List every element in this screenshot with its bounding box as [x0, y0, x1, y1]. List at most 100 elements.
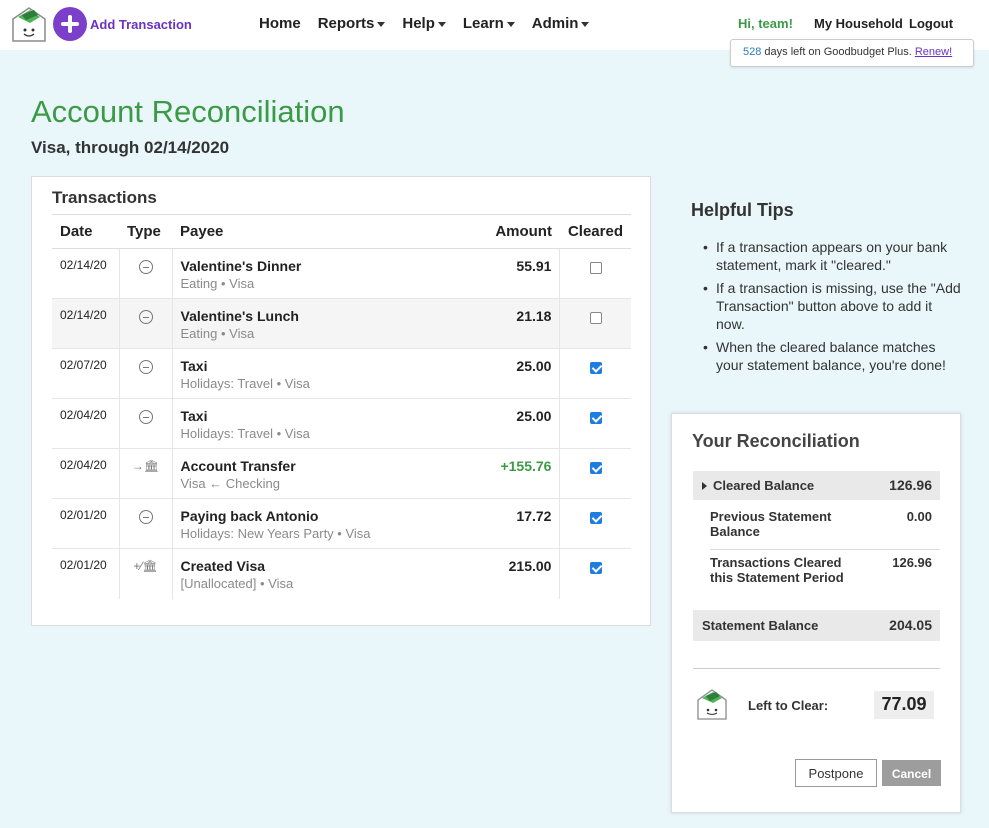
tip-item: If a transaction appears on your bank st…: [703, 238, 963, 274]
txn-payee-cell: Account Transfer Visa ← Checking: [172, 448, 485, 499]
table-row: 02/07/20 Taxi Holidays: Travel • Visa 25.00: [52, 348, 631, 399]
statement-balance-label: Statement Balance: [702, 618, 819, 633]
txn-amount: 25.00: [484, 348, 561, 399]
txn-type: [119, 348, 173, 399]
nav-home[interactable]: Home: [259, 15, 301, 32]
txn-cleared-cell: [559, 448, 631, 499]
txn-date: 02/14/20: [52, 248, 120, 299]
nav-learn[interactable]: Learn: [463, 15, 515, 32]
renew-link[interactable]: Renew!: [915, 46, 952, 58]
reconciliation-title: Your Reconciliation: [692, 431, 860, 451]
nav-admin-label: Admin: [531, 15, 579, 32]
txn-type: →🏛: [119, 448, 173, 499]
txn-payee[interactable]: Paying back Antonio: [181, 508, 485, 524]
postpone-button[interactable]: Postpone: [795, 759, 877, 787]
txn-cleared-cell: [559, 398, 631, 449]
txn-amount: +155.76: [484, 448, 561, 499]
nav-help[interactable]: Help: [402, 15, 446, 32]
transactions-cleared-row: Transactions Cleared this Statement Peri…: [693, 555, 940, 595]
my-household-link[interactable]: My Household: [814, 16, 903, 31]
txn-payee-cell: Valentine's Dinner Eating • Visa: [172, 248, 485, 299]
txn-payee[interactable]: Account Transfer: [181, 458, 485, 474]
caret-down-icon: [377, 21, 386, 27]
txn-payee-cell: Taxi Holidays: Travel • Visa: [172, 398, 485, 449]
minus-icon: [138, 260, 153, 274]
txn-type: [119, 298, 173, 349]
txn-date: 02/04/20: [52, 398, 120, 449]
page-title: Account Reconciliation: [31, 94, 345, 129]
txn-type: [119, 248, 173, 299]
cleared-checkbox[interactable]: [589, 562, 602, 574]
txn-detail: Eating • Visa: [180, 326, 255, 341]
txn-cleared-cell: [559, 498, 631, 549]
greeting: Hi, team!: [738, 16, 793, 31]
previous-statement-balance-value: 0.00: [906, 509, 932, 524]
table-row: 02/14/20 Valentine's Dinner Eating • Visa 5…: [52, 248, 631, 299]
table-row: 02/04/20 →🏛 Account Transfer Visa ← Checkin…: [52, 448, 631, 499]
txn-payee-cell: Created Visa [Unallocated] • Visa: [172, 549, 485, 599]
plus-days-text: days left on Goodbudget Plus.: [761, 46, 915, 58]
txn-detail: Visa ← Checking: [180, 476, 280, 491]
txn-payee-cell: Taxi Holidays: Travel • Visa: [172, 348, 485, 399]
cleared-checkbox[interactable]: [589, 362, 602, 374]
helpful-tips-title: Helpful Tips: [691, 200, 794, 220]
cleared-checkbox[interactable]: [589, 462, 602, 474]
add-transaction-label: Add Transaction: [90, 16, 192, 32]
page-subtitle: Visa, through 02/14/2020: [31, 138, 230, 157]
previous-statement-balance-label: Previous Statement Balance: [710, 509, 832, 539]
transactions-cleared-value: 126.96: [892, 555, 932, 570]
txn-amount: 25.00: [484, 398, 561, 449]
logout-link[interactable]: Logout: [909, 16, 953, 31]
table-row: 02/14/20 Valentine's Lunch Eating • Visa 21…: [52, 298, 631, 349]
table-row: 02/01/20 Paying back Antonio Holidays: New…: [52, 498, 631, 549]
txn-amount: 55.91: [484, 248, 561, 299]
add-transaction-button[interactable]: Add Transaction: [53, 7, 192, 41]
new-account-icon: +⁄🏛: [133, 559, 158, 573]
cleared-balance-label: Cleared Balance: [713, 478, 815, 493]
txn-payee[interactable]: Taxi: [181, 408, 485, 424]
left-to-clear-value: 77.09: [874, 691, 934, 719]
minus-icon: [138, 360, 153, 374]
txn-detail: [Unallocated] • Visa: [180, 576, 294, 591]
minus-icon: [138, 410, 153, 424]
goodbudget-logo-icon[interactable]: [10, 5, 48, 45]
txn-date: 02/04/20: [52, 448, 120, 499]
transactions-table: Date Type Payee Amount Cleared 02/14/20 V…: [52, 214, 631, 599]
cleared-balance-row[interactable]: Cleared Balance 126.96: [693, 471, 940, 500]
txn-payee[interactable]: Taxi: [181, 358, 485, 374]
txn-payee[interactable]: Valentine's Dinner: [181, 258, 485, 274]
transactions-panel: Transactions Date Type Payee Amount Clea…: [31, 176, 651, 626]
txn-detail: Eating • Visa: [180, 276, 255, 291]
nav-admin[interactable]: Admin: [532, 15, 590, 32]
table-row: 02/01/20 +⁄🏛 Created Visa [Unallocated] • V…: [52, 548, 631, 599]
minus-icon: [138, 510, 153, 524]
cleared-checkbox[interactable]: [589, 512, 602, 524]
main-nav: Home Reports Help Learn Admin: [259, 15, 606, 32]
plus-days-count: 528: [743, 46, 762, 58]
txn-payee[interactable]: Valentine's Lunch: [181, 308, 485, 324]
reconciliation-panel: Your Reconciliation Cleared Balance 126.…: [671, 413, 961, 813]
nav-reports[interactable]: Reports: [318, 15, 386, 32]
table-row: 02/04/20 Taxi Holidays: Travel • Visa 25.00: [52, 398, 631, 449]
cleared-checkbox[interactable]: [589, 262, 602, 274]
caret-down-icon: [581, 21, 590, 27]
column-cleared: Cleared: [559, 214, 631, 249]
txn-cleared-cell: [559, 298, 631, 349]
txn-payee[interactable]: Created Visa: [181, 558, 485, 574]
nav-home-label: Home: [259, 15, 301, 32]
txn-detail: Holidays: New Years Party • Visa: [180, 526, 371, 541]
caret-down-icon: [437, 21, 446, 27]
goodbudget-envelope-icon: [697, 689, 727, 720]
helpful-tips-list: If a transaction appears on your bank st…: [703, 238, 963, 379]
previous-statement-balance-row: Previous Statement Balance 0.00: [693, 509, 940, 549]
cancel-button[interactable]: Cancel: [882, 760, 941, 786]
txn-payee-cell: Valentine's Lunch Eating • Visa: [172, 298, 485, 349]
divider: [693, 668, 940, 669]
cleared-checkbox[interactable]: [589, 312, 602, 324]
statement-balance-row: Statement Balance 204.05: [693, 610, 940, 641]
cleared-checkbox[interactable]: [589, 412, 602, 424]
expand-triangle-icon: [702, 482, 707, 490]
txn-payee-cell: Paying back Antonio Holidays: New Years P…: [172, 498, 485, 549]
txn-date: 02/14/20: [52, 298, 120, 349]
plus-subscription-notice: 528 days left on Goodbudget Plus. Renew!: [730, 39, 974, 67]
